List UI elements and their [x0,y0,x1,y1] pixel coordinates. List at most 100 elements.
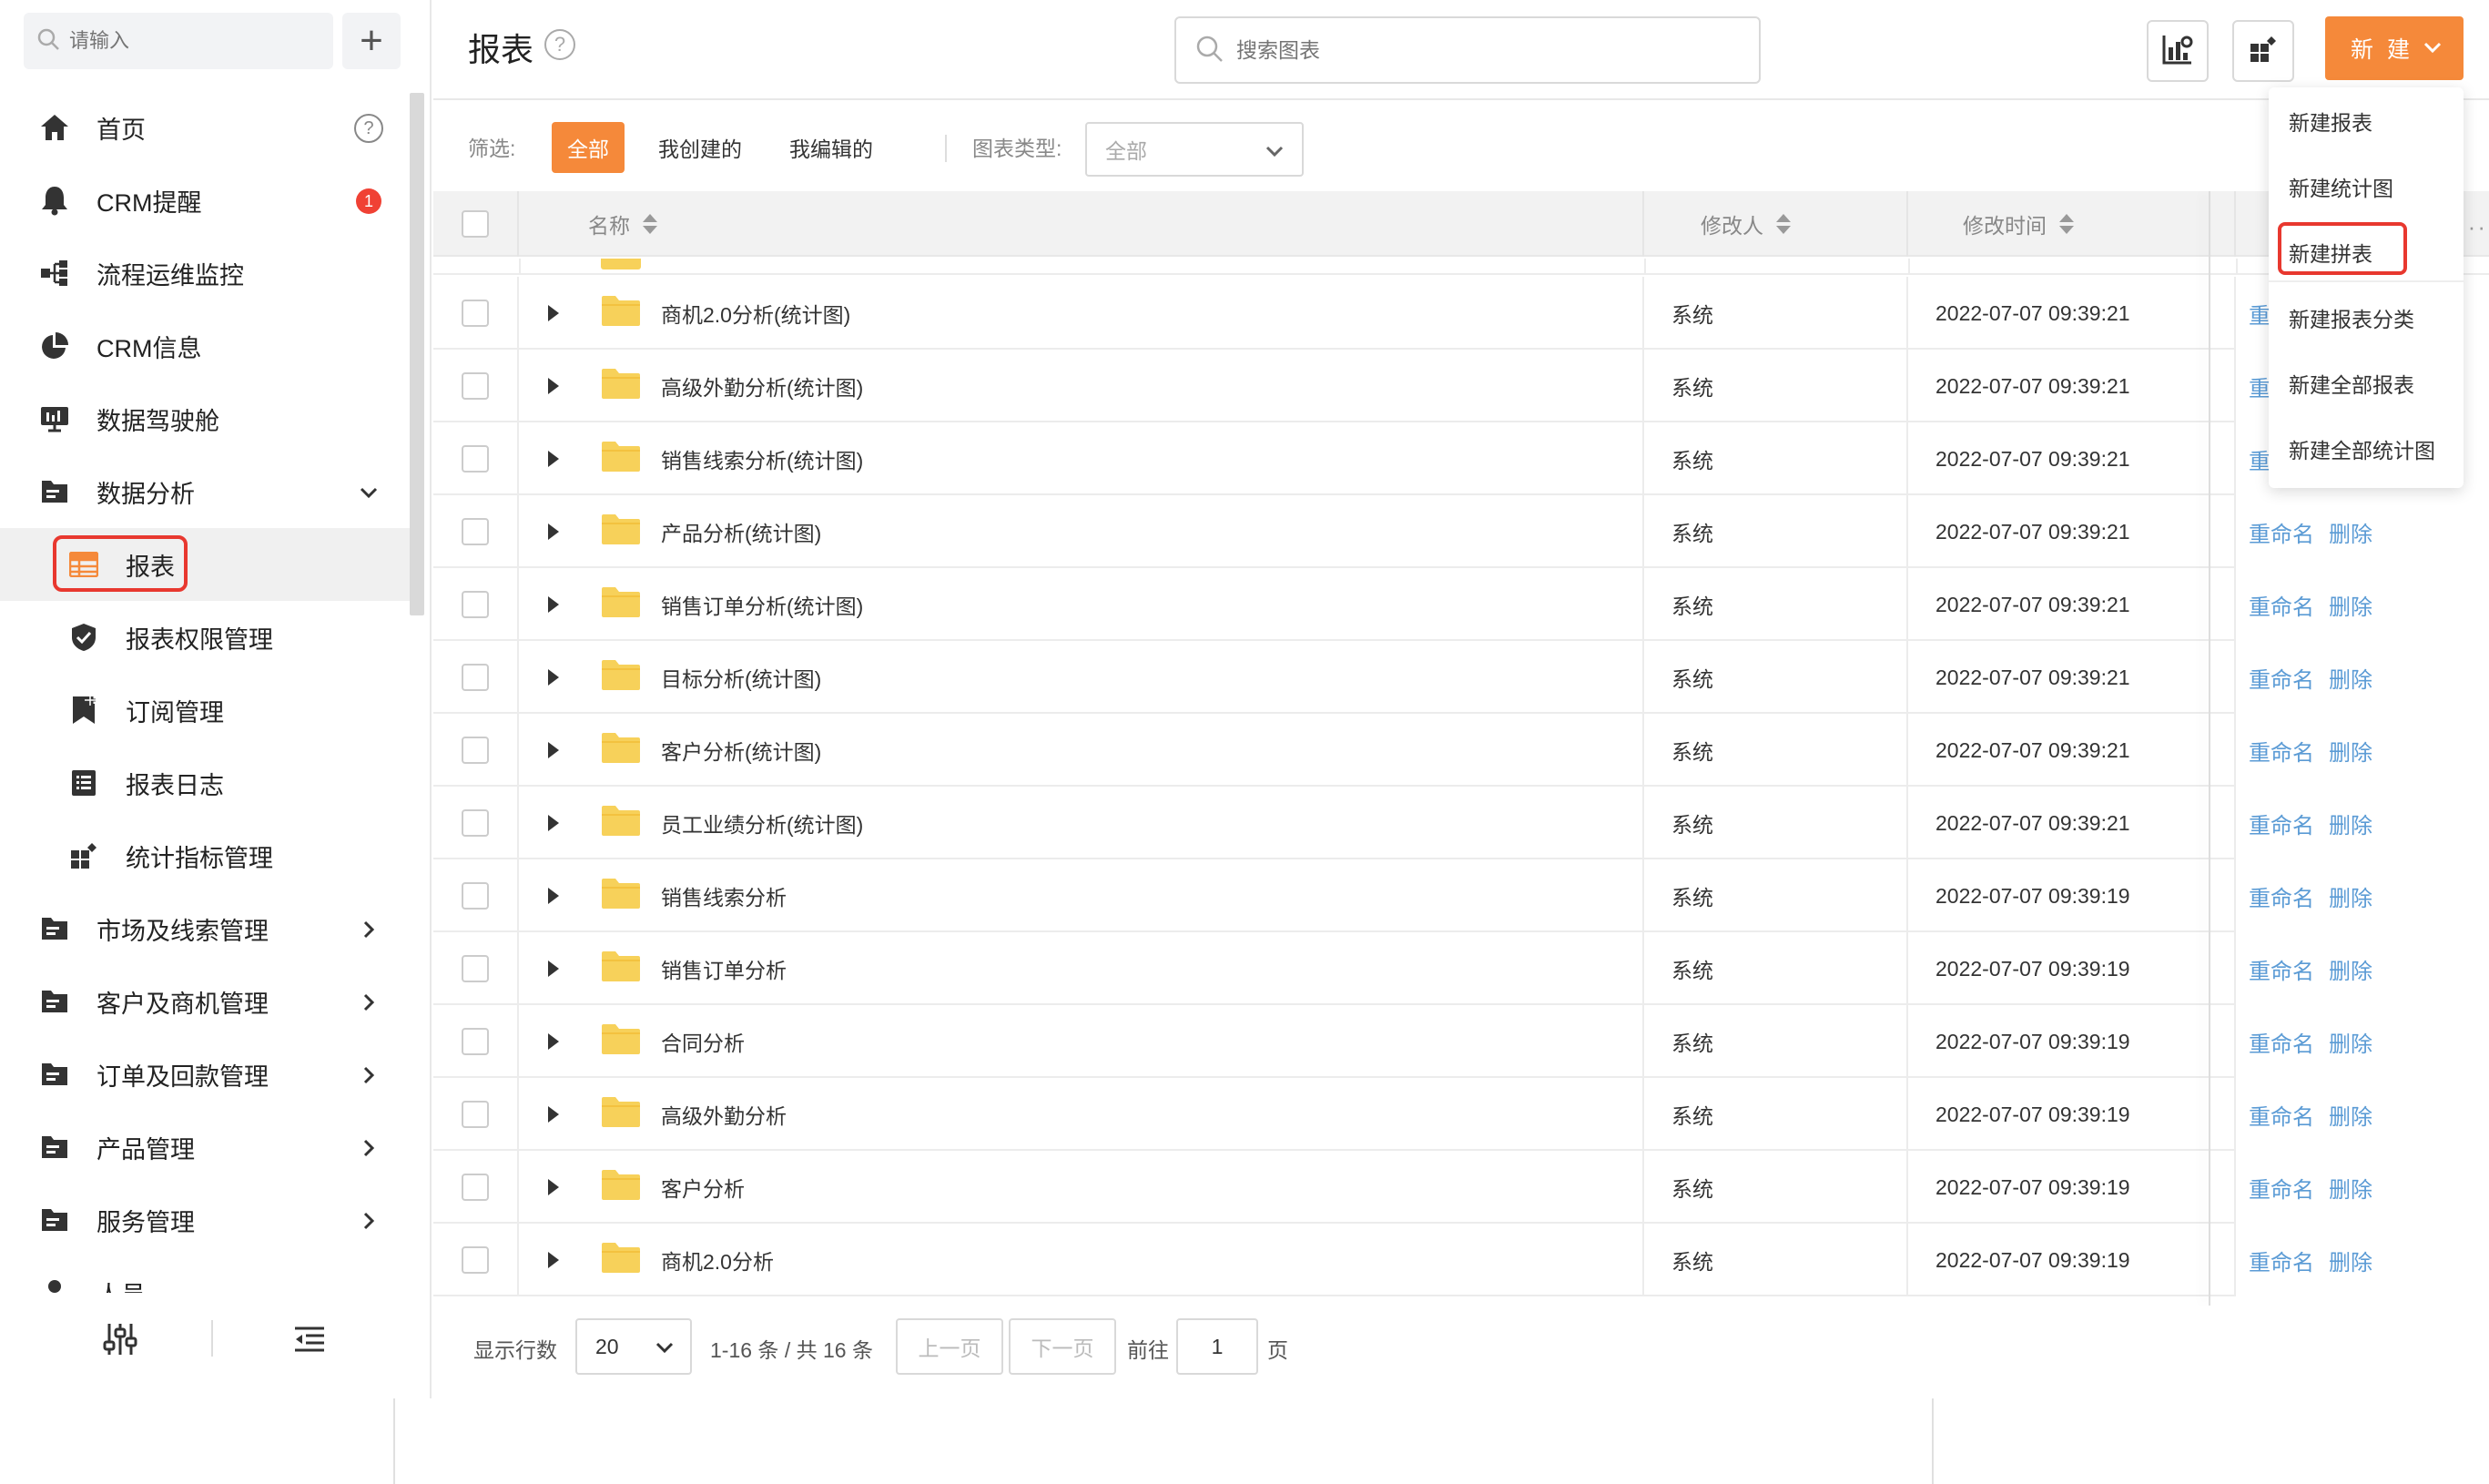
report-name[interactable]: 高级外勤分析(统计图) [661,371,863,401]
report-name[interactable]: 目标分析(统计图) [661,662,821,693]
sidebar-item-data-cockpit[interactable]: 数据驾驶舱 [0,382,410,455]
row-checkbox[interactable] [462,1101,489,1128]
report-name[interactable]: 销售订单分析 [661,953,787,984]
report-name[interactable]: 员工业绩分析(统计图) [661,808,863,839]
add-button[interactable]: + [342,13,401,69]
row-checkbox[interactable] [462,737,489,764]
sidebar-item-subscriptions[interactable]: 订阅管理 [0,674,410,747]
delete-link[interactable]: 删除 [2329,589,2372,621]
report-name[interactable]: 客户分析(统计图) [661,735,821,766]
report-name[interactable]: 高级外勤分析 [661,1099,787,1130]
expand-arrow-icon[interactable] [548,305,559,321]
table-row[interactable]: 商机2.0分析 系统 2022-07-07 09:39:19 重命名 删除 [433,1224,2489,1296]
report-name[interactable]: 商机2.0分析 [661,1245,774,1276]
expand-arrow-icon[interactable] [548,378,559,394]
sidebar-item-staff[interactable]: 人员 [0,1256,410,1293]
delete-link[interactable]: 删除 [2329,1172,2372,1204]
delete-link[interactable]: 删除 [2329,1245,2372,1276]
delete-link[interactable]: 删除 [2329,808,2372,839]
chart-search-input[interactable] [1236,37,1746,63]
expand-arrow-icon[interactable] [548,596,559,613]
new-button[interactable]: 新 建 [2325,16,2464,80]
sidebar-item-metrics[interactable]: 统计指标管理 [0,819,410,892]
sidebar-item-orders-payments[interactable]: 订单及回款管理 [0,1038,410,1111]
sidebar-item-data-analysis[interactable]: 数据分析 [0,455,410,528]
sort-icon[interactable] [2059,214,2074,234]
sidebar-item-crm-alert[interactable]: CRM提醒 1 [0,164,410,237]
report-name[interactable]: 销售订单分析(统计图) [661,589,863,620]
menu-item-new-report[interactable]: 新建报表 [2289,106,2372,137]
column-header-name[interactable]: 名称 [519,191,1644,257]
rename-link[interactable]: 重命名 [2249,953,2314,985]
sidebar-scrollbar[interactable] [410,93,424,615]
sidebar-item-customers-opps[interactable]: 客户及商机管理 [0,965,410,1038]
expand-arrow-icon[interactable] [548,1252,559,1268]
table-row[interactable]: 客户分析 系统 2022-07-07 09:39:19 重命名 删除 [433,1151,2489,1224]
table-row[interactable]: 销售线索分析(统计图)系统2022-07-07 09:39:21重命名删除 [433,422,2489,495]
settings-sliders-icon[interactable] [102,1322,138,1361]
expand-arrow-icon[interactable] [548,523,559,540]
column-header-time[interactable]: 修改时间 [1908,191,2236,257]
expand-arrow-icon[interactable] [548,815,559,831]
expand-arrow-icon[interactable] [548,1179,559,1195]
sort-icon[interactable] [643,214,657,234]
table-row[interactable]: 目标分析(统计图) 系统 2022-07-07 09:39:21 重命名 删除 [433,641,2489,714]
select-all-checkbox[interactable] [462,210,489,238]
prev-page-button[interactable]: 上一页 [896,1318,1003,1375]
chart-settings-button[interactable] [2147,20,2209,82]
sidebar-item-services[interactable]: 服务管理 [0,1184,410,1256]
report-name[interactable]: 合同分析 [661,1026,745,1057]
expand-arrow-icon[interactable] [548,961,559,977]
row-checkbox[interactable] [462,372,489,400]
table-row[interactable]: 高级外勤分析(统计图)系统2022-07-07 09:39:21重命名删除 [433,350,2489,422]
metrics-manage-button[interactable] [2232,20,2294,82]
table-row[interactable]: 销售订单分析(统计图) 系统 2022-07-07 09:39:21 重命名 删除 [433,568,2489,641]
help-icon[interactable]: ? [353,113,384,144]
expand-arrow-icon[interactable] [548,1033,559,1050]
sidebar-item-process-monitor[interactable]: 流程运维监控 [0,237,410,310]
table-row[interactable]: 合同分析 系统 2022-07-07 09:39:19 重命名 删除 [433,1005,2489,1078]
rename-link[interactable]: 重命名 [2249,808,2314,839]
table-row[interactable]: 商机2.0分析(统计图)系统2022-07-07 09:39:21重命名删除 [433,277,2489,350]
expand-arrow-icon[interactable] [548,888,559,904]
delete-link[interactable]: 删除 [2329,516,2372,548]
menu-item-new-all-charts[interactable]: 新建全部统计图 [2289,433,2435,464]
report-name[interactable]: 销售线索分析(统计图) [661,443,863,474]
table-row[interactable]: 产品分析(统计图) 系统 2022-07-07 09:39:21 重命名 删除 [433,495,2489,568]
chart-type-select[interactable]: 全部 [1085,122,1304,177]
chevron-right-icon[interactable] [353,914,384,945]
delete-link[interactable]: 删除 [2329,662,2372,694]
page-size-select[interactable]: 20 [575,1318,692,1375]
row-checkbox[interactable] [462,1174,489,1201]
delete-link[interactable]: 删除 [2329,735,2372,767]
delete-link[interactable]: 删除 [2329,1099,2372,1131]
report-name[interactable]: 商机2.0分析(统计图) [661,298,850,329]
rename-link[interactable]: 重命名 [2249,662,2314,694]
help-icon[interactable]: ? [544,29,575,60]
report-name[interactable]: 客户分析 [661,1172,745,1203]
menu-item-new-all-reports[interactable]: 新建全部报表 [2289,368,2414,399]
sidebar-item-market-leads[interactable]: 市场及线索管理 [0,892,410,965]
filter-created-by-me[interactable]: 我创建的 [652,122,748,173]
table-row[interactable]: 员工业绩分析(统计图) 系统 2022-07-07 09:39:21 重命名 删除 [433,787,2489,859]
table-row[interactable]: 销售线索分析 系统 2022-07-07 09:39:19 重命名 删除 [433,859,2489,932]
row-checkbox[interactable] [462,882,489,910]
page-number-input[interactable]: 1 [1176,1318,1258,1375]
chevron-right-icon[interactable] [353,1205,384,1236]
rename-link[interactable]: 重命名 [2249,1026,2314,1058]
rename-link[interactable]: 重命名 [2249,1099,2314,1131]
rename-link[interactable]: 重命名 [2249,516,2314,548]
row-checkbox[interactable] [462,591,489,618]
row-checkbox[interactable] [462,1028,489,1055]
rename-link[interactable]: 重命名 [2249,735,2314,767]
report-name[interactable]: 销售线索分析 [661,880,787,911]
chevron-right-icon[interactable] [353,987,384,1018]
row-checkbox[interactable] [462,445,489,473]
table-row[interactable]: 高级外勤分析 系统 2022-07-07 09:39:19 重命名 删除 [433,1078,2489,1151]
sidebar-item-home[interactable]: 首页 ? [0,91,410,164]
sidebar-item-report-log[interactable]: 报表日志 [0,747,410,819]
column-header-modifier[interactable]: 修改人 [1644,191,1908,257]
delete-link[interactable]: 删除 [2329,880,2372,912]
rename-link[interactable]: 重命名 [2249,880,2314,912]
menu-item-new-chart[interactable]: 新建统计图 [2289,171,2393,202]
